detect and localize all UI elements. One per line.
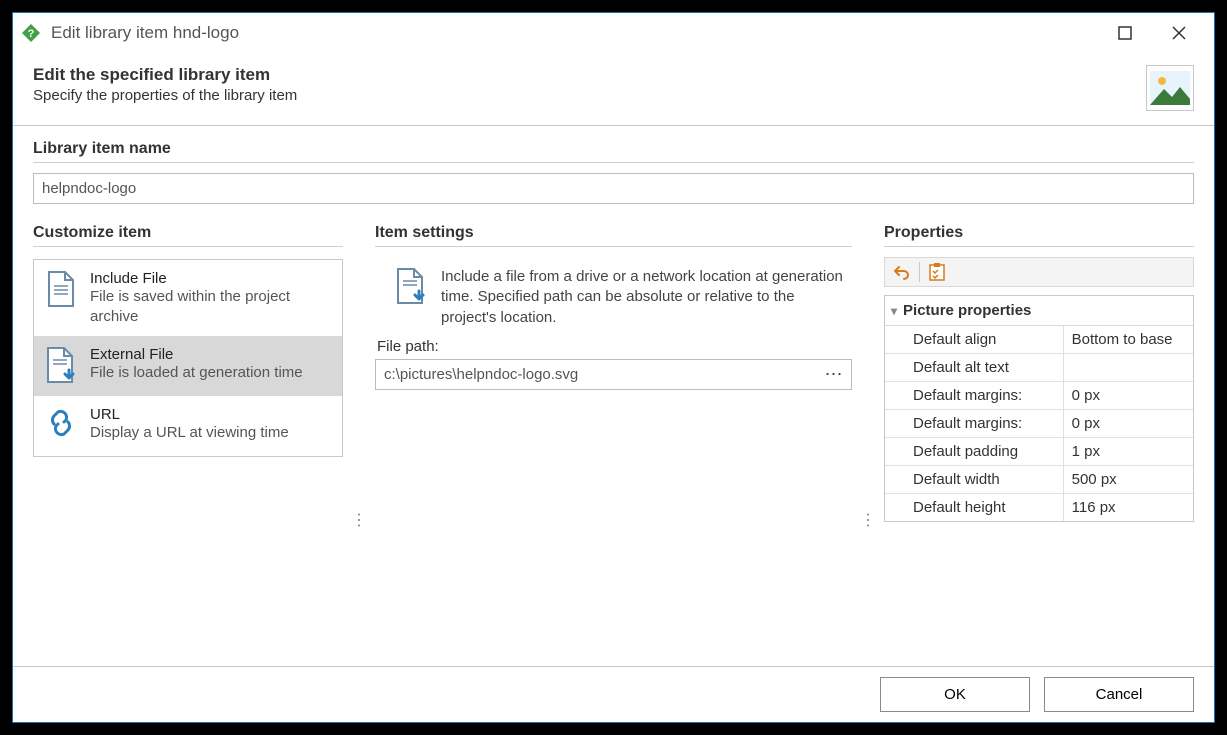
file-arrow-icon (44, 346, 78, 386)
property-value[interactable]: 500 px (1064, 466, 1193, 493)
main-content: Customize item Include File (13, 214, 1214, 666)
window-title: Edit library item hnd-logo (51, 23, 1110, 43)
filepath-row: ⋯ (375, 359, 852, 390)
property-key: Default alt text (885, 354, 1064, 381)
close-button[interactable] (1164, 18, 1194, 48)
property-row[interactable]: Default margins:0 px (885, 410, 1193, 438)
property-row[interactable]: Default alt text (885, 354, 1193, 382)
undo-button[interactable] (889, 260, 915, 284)
property-row[interactable]: Default margins:0 px (885, 382, 1193, 410)
property-key: Default width (885, 466, 1064, 493)
property-value[interactable]: 0 px (1064, 410, 1193, 437)
header-subtitle: Specify the properties of the library it… (33, 87, 1146, 104)
property-row[interactable]: Default alignBottom to base (885, 326, 1193, 354)
customize-item-title: URL (90, 406, 289, 423)
property-key: Default padding (885, 438, 1064, 465)
app-icon: ? (21, 23, 41, 43)
titlebar: ? Edit library item hnd-logo (13, 13, 1214, 53)
customize-item-desc: File is saved within the project archive (90, 287, 332, 326)
name-input[interactable] (33, 173, 1194, 204)
property-key: Default height (885, 494, 1064, 521)
customize-item-desc: Display a URL at viewing time (90, 423, 289, 443)
customize-more-handle[interactable]: ⋮ (349, 224, 369, 666)
picture-icon (1146, 65, 1194, 111)
name-section: Library item name (13, 126, 1214, 214)
property-key: Default align (885, 326, 1064, 353)
settings-label: Item settings (375, 224, 852, 247)
customize-list: Include File File is saved within the pr… (33, 259, 343, 457)
file-arrow-icon (395, 267, 429, 328)
property-value[interactable]: 116 px (1064, 494, 1193, 521)
browse-button[interactable]: ⋯ (823, 360, 851, 389)
cancel-button[interactable]: Cancel (1044, 677, 1194, 712)
chevron-down-icon: ▾ (891, 304, 897, 318)
properties-column: Properties ▾ Picture properties (884, 224, 1194, 666)
customize-column: Customize item Include File (33, 224, 343, 666)
customize-item-url[interactable]: URL Display a URL at viewing time (34, 396, 342, 456)
customize-item-include-file[interactable]: Include File File is saved within the pr… (34, 260, 342, 336)
properties-grid: ▾ Picture properties Default alignBottom… (884, 295, 1194, 522)
filepath-input[interactable] (376, 360, 823, 389)
settings-description: Include a file from a drive or a network… (441, 267, 852, 328)
property-key: Default margins: (885, 410, 1064, 437)
checklist-button[interactable] (924, 260, 950, 284)
property-row[interactable]: Default width500 px (885, 466, 1193, 494)
filepath-label: File path: (377, 338, 852, 355)
properties-toolbar (884, 257, 1194, 287)
toolbar-separator (919, 262, 920, 282)
property-value[interactable]: 0 px (1064, 382, 1193, 409)
ok-button[interactable]: OK (880, 677, 1030, 712)
properties-group-header[interactable]: ▾ Picture properties (885, 296, 1193, 326)
dialog-window: ? Edit library item hnd-logo Edit the sp… (12, 12, 1215, 723)
file-icon (44, 270, 78, 310)
settings-more-handle[interactable]: ⋮ (858, 224, 878, 666)
property-value[interactable]: Bottom to base (1064, 326, 1193, 353)
property-key: Default margins: (885, 382, 1064, 409)
header-title: Edit the specified library item (33, 65, 1146, 85)
property-row[interactable]: Default height116 px (885, 494, 1193, 521)
customize-item-external-file[interactable]: External File File is loaded at generati… (34, 336, 342, 396)
customize-label: Customize item (33, 224, 343, 247)
settings-description-row: Include a file from a drive or a network… (375, 257, 852, 338)
property-row[interactable]: Default padding1 px (885, 438, 1193, 466)
properties-label: Properties (884, 224, 1194, 247)
svg-text:?: ? (28, 28, 35, 40)
maximize-button[interactable] (1110, 18, 1140, 48)
property-value[interactable]: 1 px (1064, 438, 1193, 465)
customize-item-title: Include File (90, 270, 332, 287)
property-value[interactable] (1064, 354, 1193, 381)
properties-group-title: Picture properties (903, 302, 1031, 319)
customize-item-title: External File (90, 346, 303, 363)
dialog-header: Edit the specified library item Specify … (13, 53, 1214, 126)
name-label: Library item name (33, 140, 1194, 163)
settings-column: Item settings Include a file from a driv… (375, 224, 852, 666)
dialog-footer: OK Cancel (13, 666, 1214, 722)
customize-item-desc: File is loaded at generation time (90, 363, 303, 383)
link-icon (44, 406, 78, 446)
